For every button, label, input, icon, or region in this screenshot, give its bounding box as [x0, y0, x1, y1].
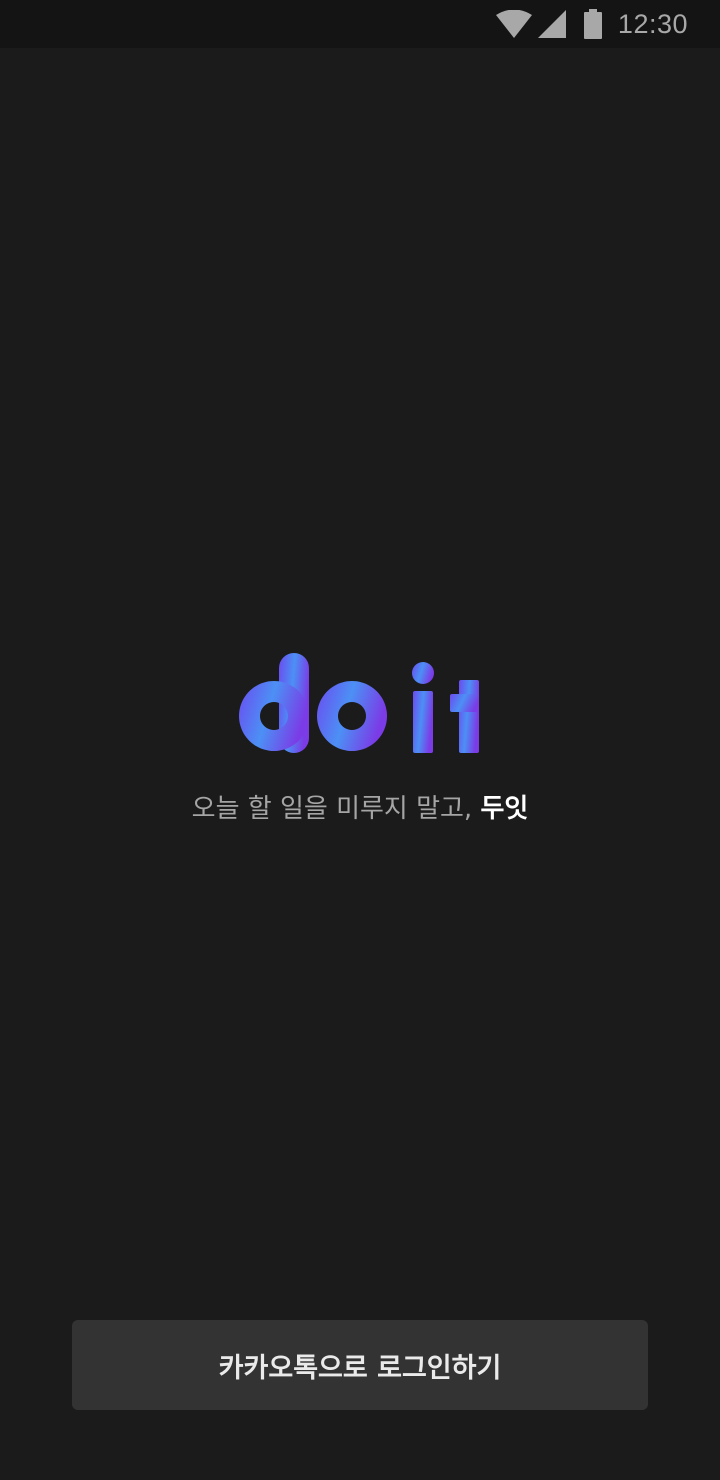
status-time: 12:30 [617, 8, 688, 39]
kakao-login-label: 카카오톡으로 로그인하기 [218, 1352, 502, 1384]
tagline: 오늘 할 일을 미루지 말고, 두잇 [0, 790, 720, 828]
tagline-text: 오늘 할 일을 미루지 말고, [191, 794, 481, 824]
kakao-login-button[interactable]: 카카오톡으로 로그인하기 [72, 1320, 648, 1410]
status-icons: 12:30 [495, 0, 720, 48]
status-bar: 12:30 [0, 0, 720, 48]
wifi-icon [495, 10, 532, 38]
tagline-brand: 두잇 [480, 794, 529, 824]
battery-icon [583, 9, 602, 39]
cell-signal-icon [537, 10, 566, 38]
doit-logo [239, 653, 479, 753]
